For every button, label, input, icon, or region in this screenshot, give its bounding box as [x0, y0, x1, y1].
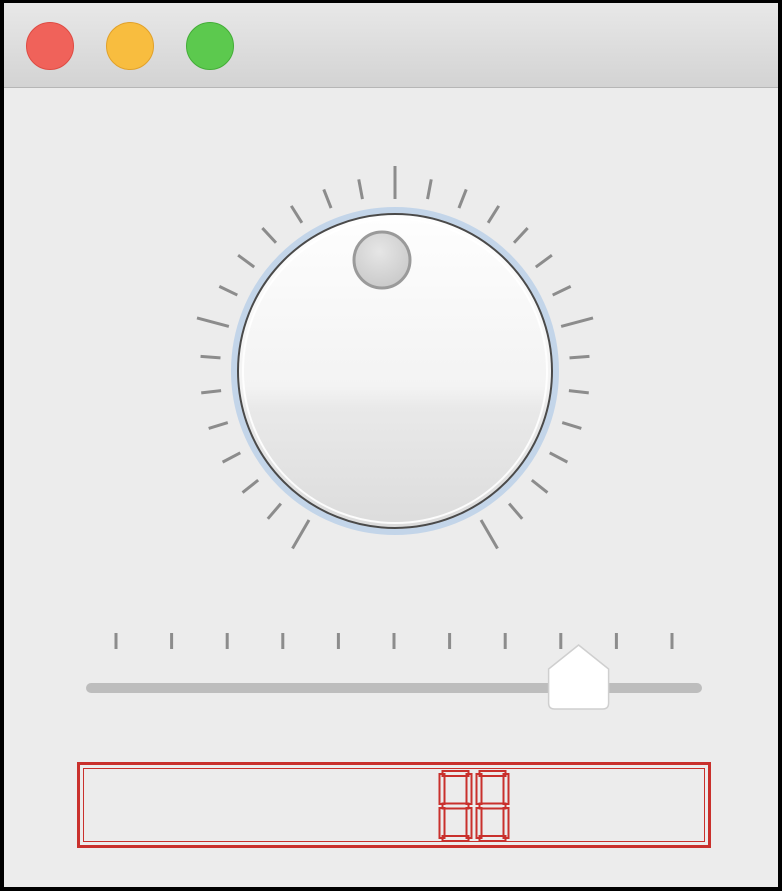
knob-tick — [560, 316, 594, 328]
knob-tick — [201, 389, 222, 395]
knob-tick — [457, 188, 468, 209]
knob-tick — [534, 253, 553, 269]
knob-tick — [426, 179, 433, 200]
lcd-segment — [502, 807, 510, 839]
lcd-segment — [441, 835, 470, 842]
knob-tick — [322, 188, 333, 209]
lcd-segment — [478, 770, 507, 777]
knob-tick — [266, 502, 282, 520]
knob-tick — [561, 421, 582, 430]
slider-thumb[interactable] — [547, 644, 610, 710]
title-bar — [4, 3, 778, 88]
lcd-display-inner-border — [83, 768, 705, 842]
minimize-button[interactable] — [106, 22, 154, 70]
lcd-segment — [478, 802, 507, 810]
knob-graphic[interactable] — [4, 87, 778, 567]
knob-tick — [221, 451, 241, 464]
app-window — [4, 3, 778, 887]
knob-tick — [237, 253, 256, 269]
knob-tick — [530, 478, 549, 494]
knob-indicator-dot — [352, 230, 412, 290]
knob-tick — [218, 285, 238, 297]
knob-tick — [479, 519, 499, 550]
close-button[interactable] — [26, 22, 74, 70]
zoom-button[interactable] — [186, 22, 234, 70]
slider-track[interactable] — [86, 683, 702, 693]
slider-tick-marks — [114, 633, 674, 649]
lcd-segment — [441, 770, 470, 777]
lcd-segment — [502, 773, 510, 805]
knob-tick — [357, 179, 364, 200]
lcd-segment — [438, 773, 446, 805]
rotary-knob-control[interactable] — [4, 87, 778, 567]
knob-tick — [200, 354, 221, 360]
knob-tick — [569, 354, 590, 360]
knob-tick — [291, 519, 311, 550]
knob-tick — [552, 285, 572, 297]
knob-tick — [196, 316, 230, 328]
lcd-segment — [465, 807, 473, 839]
knob-tick — [486, 205, 501, 224]
knob-tick — [289, 205, 304, 224]
lcd-display — [77, 762, 711, 848]
knob-tick — [568, 389, 589, 395]
knob-tick — [549, 451, 569, 464]
knob-tick — [208, 421, 229, 430]
knob-tick — [512, 227, 529, 244]
knob-tick — [508, 502, 524, 520]
lcd-digits — [438, 770, 510, 842]
lcd-segment — [478, 835, 507, 842]
horizontal-slider[interactable] — [4, 623, 778, 723]
knob-tick — [241, 478, 260, 494]
lcd-segment — [475, 807, 483, 839]
knob-tick — [261, 227, 278, 244]
lcd-segment — [465, 773, 473, 805]
lcd-segment — [441, 802, 470, 810]
lcd-segment — [475, 773, 483, 805]
lcd-segment — [438, 807, 446, 839]
